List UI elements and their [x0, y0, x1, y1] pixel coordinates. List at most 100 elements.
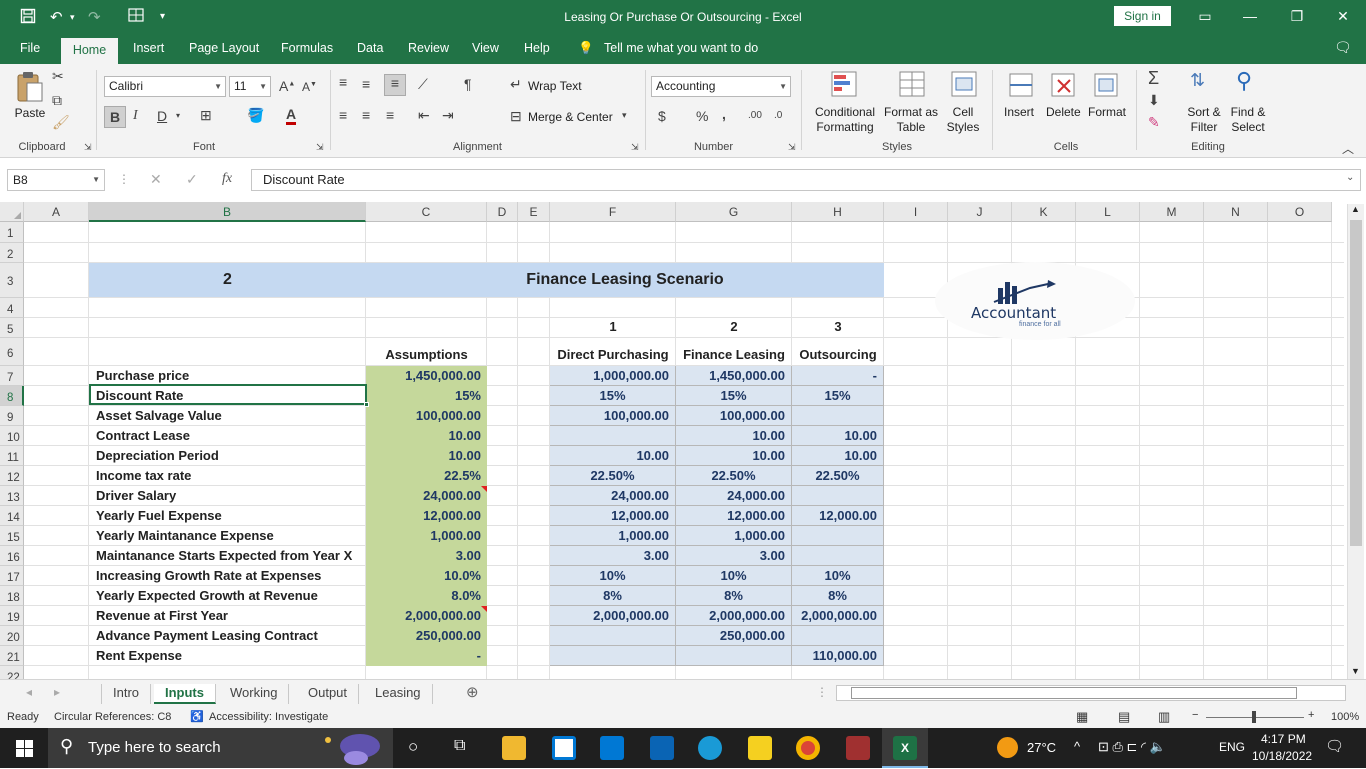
column-header-k[interactable]: K [1012, 202, 1076, 222]
assumption-cell-c9[interactable]: 100,000.00 [366, 406, 487, 426]
leasing-cell-g21[interactable] [676, 646, 792, 666]
bold-icon[interactable]: B [104, 106, 126, 128]
fill-handle[interactable] [364, 402, 369, 407]
row-header-21[interactable]: 21 [0, 646, 24, 666]
chevron-down-icon[interactable]: ▾ [622, 110, 627, 121]
row-header-15[interactable]: 15 [0, 526, 24, 546]
leasing-cell-g15[interactable]: 1,000.00 [676, 526, 792, 546]
row-label-14[interactable]: Yearly Fuel Expense [89, 506, 366, 526]
row-header-11[interactable]: 11 [0, 446, 24, 466]
outsourcing-cell-h10[interactable]: 10.00 [792, 426, 884, 446]
cell-styles-button[interactable]: Cell Styles [940, 105, 986, 135]
autosum-icon[interactable]: Σ [1148, 68, 1159, 89]
number-format-combo[interactable]: Accounting ▼ [651, 76, 791, 97]
row-header-22[interactable]: 22 [0, 666, 24, 679]
edge-icon[interactable] [698, 736, 722, 760]
decrease-decimal-icon[interactable]: .0 [774, 110, 782, 121]
direct-cell-f14[interactable]: 12,000.00 [550, 506, 676, 526]
row-header-13[interactable]: 13 [0, 486, 24, 506]
name-box[interactable]: B8 ▼ [7, 169, 105, 191]
find-select-button[interactable]: Find & Select [1226, 105, 1270, 135]
direct-cell-f12[interactable]: 22.50% [550, 466, 676, 486]
direct-cell-f21[interactable] [550, 646, 676, 666]
row-label-15[interactable]: Yearly Maintanance Expense [89, 526, 366, 546]
scroll-down-icon[interactable]: ▼ [1351, 666, 1360, 676]
tell-me-search[interactable]: Tell me what you want to do [604, 41, 758, 55]
leasing-cell-g16[interactable]: 3.00 [676, 546, 792, 566]
sheet-tab-output[interactable]: Output [297, 684, 360, 704]
comments-icon[interactable]: 🗨 [1334, 39, 1352, 56]
outsourcing-cell-h13[interactable] [792, 486, 884, 506]
row-label-17[interactable]: Increasing Growth Rate at Expenses [89, 566, 366, 586]
column-header-d[interactable]: D [487, 202, 518, 222]
row-header-7[interactable]: 7 [0, 366, 24, 386]
insert-function-icon[interactable]: fx [222, 171, 232, 187]
clock-time[interactable]: 4:17 PM [1261, 732, 1306, 746]
comma-style-icon[interactable]: , [722, 106, 726, 122]
tab-home[interactable]: Home [61, 38, 118, 64]
wrap-text-icon[interactable]: ↵ [510, 76, 522, 93]
center-icon[interactable]: ≡ [362, 107, 370, 123]
zoom-out-icon[interactable]: − [1192, 709, 1198, 721]
row-label-9[interactable]: Asset Salvage Value [89, 406, 366, 426]
delete-button[interactable]: Delete [1046, 105, 1081, 119]
format-button[interactable]: Format [1088, 105, 1126, 119]
row-header-10[interactable]: 10 [0, 426, 24, 446]
align-left-icon[interactable]: ≡ [339, 107, 347, 123]
find-select-icon[interactable]: ⚲ [1236, 68, 1252, 94]
leasing-cell-g12[interactable]: 22.50% [676, 466, 792, 486]
assumption-cell-c16[interactable]: 3.00 [366, 546, 487, 566]
copy-icon[interactable]: ⧉ [52, 92, 62, 109]
row-header-3[interactable]: 3 [0, 263, 24, 298]
row-header-6[interactable]: 6 [0, 338, 24, 366]
column-header-j[interactable]: J [948, 202, 1012, 222]
row-label-21[interactable]: Rent Expense [89, 646, 366, 666]
cell-styles-icon[interactable] [950, 70, 980, 103]
header-outsourcing[interactable]: Outsourcing [792, 345, 884, 365]
row-header-20[interactable]: 20 [0, 626, 24, 646]
tab-data[interactable]: Data [357, 41, 383, 55]
col-number-3[interactable]: 3 [792, 317, 884, 337]
format-cells-icon[interactable] [1093, 70, 1119, 103]
mail-icon[interactable] [600, 736, 624, 760]
outsourcing-cell-h18[interactable]: 8% [792, 586, 884, 606]
conditional-formatting-button[interactable]: Conditional Formatting [812, 105, 878, 135]
wrap-text-button[interactable]: Wrap Text [528, 79, 582, 93]
fill-icon[interactable]: ⬇ [1148, 92, 1160, 109]
horizontal-scrollbar[interactable] [836, 685, 1346, 701]
row-header-12[interactable]: 12 [0, 466, 24, 486]
column-header-a[interactable]: A [24, 202, 89, 222]
cut-icon[interactable]: ✂ [52, 68, 64, 85]
task-view-icon[interactable]: ⧉ [454, 737, 465, 755]
row-header-1[interactable]: 1 [0, 222, 24, 243]
row-header-5[interactable]: 5 [0, 318, 24, 338]
windows-start-icon[interactable] [16, 740, 33, 760]
underline-icon[interactable]: D [157, 108, 167, 124]
tab-view[interactable]: View [472, 41, 499, 55]
excel-taskbar-button[interactable]: X [882, 728, 928, 768]
assumption-cell-c13[interactable]: 24,000.00 [366, 486, 487, 506]
notifications-icon[interactable]: 🗨 [1325, 737, 1344, 755]
minimize-button[interactable]: — [1235, 4, 1265, 28]
cancel-icon[interactable]: ✕ [150, 171, 162, 188]
fill-color-icon[interactable]: 🪣 [247, 107, 264, 124]
direct-cell-f10[interactable] [550, 426, 676, 446]
normal-view-icon[interactable]: ▦ [1076, 709, 1088, 725]
format-as-table-button[interactable]: Format as Table [882, 105, 940, 135]
paste-icon[interactable] [14, 70, 46, 104]
sheet-tab-leasing[interactable]: Leasing [364, 684, 433, 704]
row-label-12[interactable]: Income tax rate [89, 466, 366, 486]
column-header-e[interactable]: E [518, 202, 550, 222]
column-header-h[interactable]: H [792, 202, 884, 222]
tab-page-layout[interactable]: Page Layout [189, 41, 259, 55]
column-header-c[interactable]: C [366, 202, 487, 222]
outsourcing-cell-h16[interactable] [792, 546, 884, 566]
store-icon[interactable] [552, 736, 576, 760]
outsourcing-cell-h7[interactable]: - [792, 366, 884, 386]
outsourcing-cell-h8[interactable]: 15% [792, 386, 884, 406]
tab-insert[interactable]: Insert [133, 41, 164, 55]
temperature[interactable]: 27°C [1027, 740, 1056, 755]
file-explorer-icon[interactable] [502, 736, 526, 760]
assumption-cell-c15[interactable]: 1,000.00 [366, 526, 487, 546]
comment-indicator-icon[interactable] [481, 486, 487, 492]
